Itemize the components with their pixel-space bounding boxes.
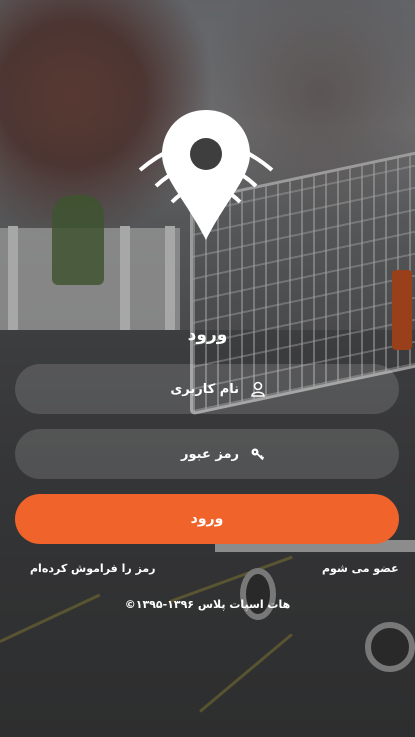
copyright-text: ©۱۳۹۵-۱۳۹۶ هات اسپات پلاس <box>124 598 291 611</box>
register-link[interactable]: عضو می شوم <box>322 562 399 575</box>
password-input[interactable] <box>147 445 241 463</box>
user-icon <box>249 380 267 398</box>
location-pin-wifi-icon <box>138 110 274 240</box>
password-field[interactable] <box>15 429 399 479</box>
login-button[interactable]: ورود <box>15 494 399 544</box>
key-icon <box>249 445 267 463</box>
username-field[interactable] <box>15 364 399 414</box>
forgot-password-link[interactable]: رمز را فراموش کرده‌ام <box>30 562 156 575</box>
page-title: ورود <box>187 325 228 345</box>
username-input[interactable] <box>147 380 241 398</box>
